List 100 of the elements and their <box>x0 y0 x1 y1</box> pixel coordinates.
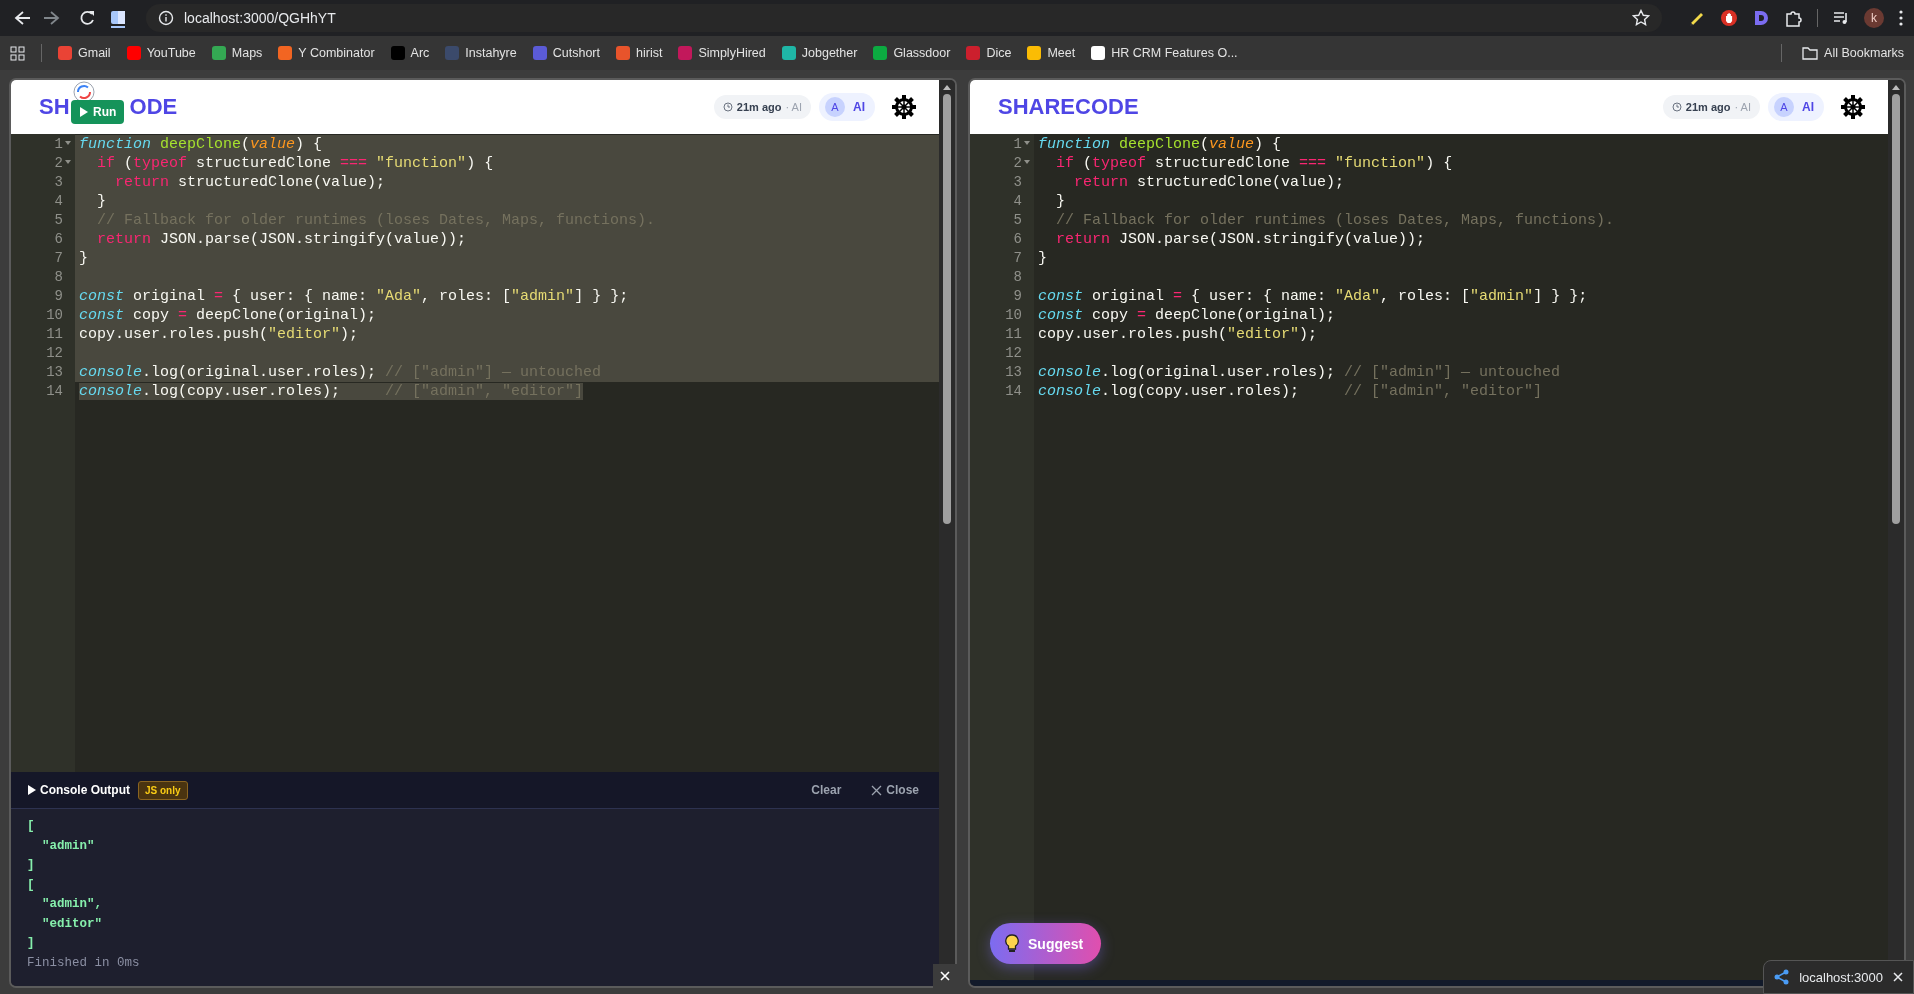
code-line: } <box>96 193 106 210</box>
menu-icon[interactable] <box>1898 9 1904 27</box>
fold-icon[interactable] <box>65 159 71 165</box>
reload-icon[interactable] <box>78 9 96 27</box>
fold-icon[interactable] <box>1024 140 1030 146</box>
line-number: 11 <box>46 325 63 344</box>
code-line: console.log(original.user.roles); // ["admin"] — untouched <box>1038 364 1561 381</box>
hand-icon[interactable] <box>1720 9 1738 27</box>
line-number: 14 <box>46 382 63 401</box>
time-text: 21m ago <box>736 101 782 113</box>
expand-icon <box>27 784 37 796</box>
bookmark[interactable]: Instahyre <box>445 46 517 60</box>
fold-icon[interactable] <box>65 140 71 146</box>
line-number: 14 <box>1005 382 1022 401</box>
bookmark[interactable]: Jobgether <box>781 46 858 60</box>
bookmark[interactable]: Maps <box>211 46 263 60</box>
settings-icon[interactable] <box>1840 94 1866 120</box>
all-bookmarks-button[interactable]: All Bookmarks <box>1802 45 1904 61</box>
code-line: const original = { user: { name: "Ada", roles: ["admin"] } }; <box>1038 288 1588 305</box>
user-avatar: A <box>1774 97 1794 117</box>
share-icon <box>1774 969 1790 985</box>
bookmark[interactable]: Meet <box>1027 46 1076 60</box>
code-line: function deepClone(value) { <box>1038 136 1282 153</box>
code-line: copy.user.roles.push("editor"); <box>1038 326 1318 343</box>
run-button[interactable]: Run <box>71 100 125 124</box>
console-title[interactable]: Console Output <box>27 783 130 797</box>
line-number: 9 <box>54 287 63 306</box>
ai-toggle[interactable]: A AI <box>1768 93 1824 121</box>
line-number: 12 <box>1005 344 1022 363</box>
line-number: 4 <box>54 192 63 211</box>
code-line: } <box>1055 193 1065 210</box>
time-suffix: · AI <box>1734 101 1751 113</box>
code-line: if (typeof structuredClone === "function") { <box>1055 155 1453 172</box>
scroll-up-icon[interactable] <box>942 83 952 91</box>
line-number: 10 <box>1005 306 1022 325</box>
line-number: 8 <box>1013 268 1022 287</box>
line-number: 2 <box>1013 154 1022 173</box>
apps-icon[interactable] <box>10 45 25 61</box>
logo-text: ODE <box>129 94 178 120</box>
code-line: function deepClone(value) { <box>79 136 323 153</box>
logo-text: SH <box>39 94 70 120</box>
line-number: 5 <box>54 211 63 230</box>
code-line: return structuredClone(value); <box>1073 174 1345 191</box>
line-number: 10 <box>46 306 63 325</box>
code-line: const original = { user: { name: "Ada", roles: ["admin"] } }; <box>79 288 629 305</box>
scrollbar-thumb[interactable] <box>943 94 951 524</box>
line-number: 7 <box>1013 249 1022 268</box>
bookmark[interactable]: YouTube <box>126 46 196 60</box>
logo-text: SHARECODE <box>998 94 1139 120</box>
line-number: 7 <box>54 249 63 268</box>
settings-icon[interactable] <box>891 94 917 120</box>
code-line: if (typeof structuredClone === "function") { <box>96 155 494 172</box>
code-line: } <box>79 250 88 267</box>
profile-avatar[interactable]: k <box>1864 8 1884 28</box>
code-line: console.log(copy.user.roles); // ["admin", "editor"] <box>1038 383 1543 400</box>
close-icon <box>940 971 950 981</box>
play-icon <box>79 106 89 118</box>
fold-icon[interactable] <box>1024 159 1030 165</box>
bookmark[interactable]: HR CRM Features O... <box>1091 46 1238 60</box>
scrollbar-thumb[interactable] <box>1892 94 1900 524</box>
clock-icon <box>722 102 733 112</box>
code-line: } <box>1038 250 1047 267</box>
line-number: 3 <box>1013 173 1022 192</box>
line-number: 12 <box>46 344 63 363</box>
star-icon[interactable] <box>1632 9 1650 27</box>
line-number: 9 <box>1013 287 1022 306</box>
line-number: 4 <box>1013 192 1022 211</box>
code-line: const copy = deepClone(original); <box>1038 307 1336 324</box>
bookmark[interactable]: Cutshort <box>532 46 600 60</box>
line-number: 11 <box>1005 325 1022 344</box>
bookmark[interactable]: hirist <box>616 46 663 60</box>
close-icon[interactable] <box>1893 972 1903 982</box>
close-button[interactable]: Close <box>869 781 921 799</box>
bookmark[interactable]: Arc <box>390 46 430 60</box>
puzzle-icon[interactable] <box>1784 8 1803 28</box>
line-number: 2 <box>54 154 63 173</box>
bookmark[interactable]: Dice <box>966 46 1012 60</box>
clear-button[interactable]: Clear <box>809 781 844 799</box>
scroll-up-icon[interactable] <box>1891 83 1901 91</box>
time-suffix: · AI <box>785 101 802 113</box>
suggest-button[interactable]: Suggest <box>990 923 1102 964</box>
line-number: 3 <box>54 173 63 192</box>
line-number: 5 <box>1013 211 1022 230</box>
address-bar[interactable]: localhost:3000/QGHhYT <box>146 4 1662 32</box>
code-line: const copy = deepClone(original); <box>79 307 377 324</box>
bookmark[interactable]: Glassdoor <box>873 46 951 60</box>
info-icon <box>158 10 174 26</box>
line-number: 8 <box>54 268 63 287</box>
extension-icon[interactable] <box>1752 9 1770 27</box>
ai-toggle[interactable]: A AI <box>819 93 875 121</box>
bookmark[interactable]: Gmail <box>58 46 111 60</box>
line-number: 6 <box>54 230 63 249</box>
side-panel-icon[interactable] <box>110 8 126 28</box>
line-number: 1 <box>54 135 63 154</box>
time-text: 21m ago <box>1685 101 1731 113</box>
bookmark[interactable]: Y Combinator <box>278 46 375 60</box>
media-icon[interactable] <box>1832 9 1850 27</box>
bookmark[interactable]: SimplyHired <box>678 46 766 60</box>
line-number: 13 <box>46 363 63 382</box>
language-badge: JS only <box>138 780 188 800</box>
